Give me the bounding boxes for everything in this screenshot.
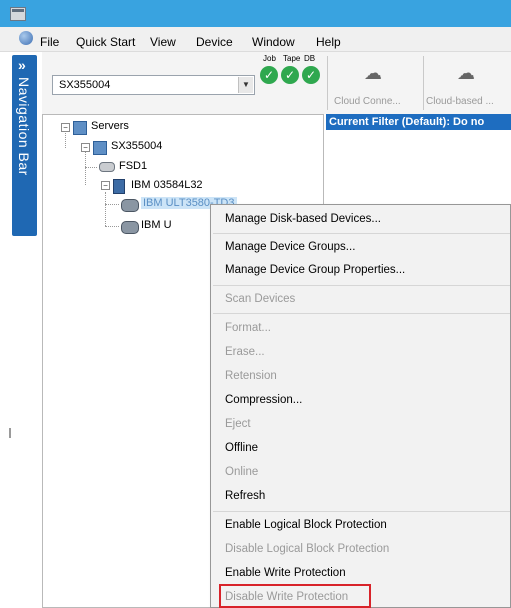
navigation-bar-label: Navigation Bar	[16, 77, 32, 176]
app-menu-icon[interactable]	[19, 31, 33, 45]
menu-file[interactable]: File	[40, 35, 59, 49]
menu-separator	[213, 313, 510, 314]
cloud-based-icon[interactable]: ☁	[455, 62, 477, 84]
menu-item-online[interactable]: Online	[225, 466, 258, 478]
navigation-bar[interactable]: » Navigation Bar	[12, 55, 37, 236]
tree-node-library[interactable]: IBM 03584L32	[131, 179, 203, 191]
menu-view[interactable]: View	[150, 35, 176, 49]
tape-library-icon	[113, 179, 125, 194]
menu-window[interactable]: Window	[252, 35, 295, 49]
cloud-connector-icon[interactable]: ☁	[362, 62, 384, 84]
chevron-down-icon[interactable]: ▼	[238, 77, 253, 93]
menu-separator	[213, 285, 510, 286]
menu-separator	[213, 233, 510, 234]
title-bar	[0, 0, 511, 27]
tape-status-label: Tape	[283, 54, 301, 63]
menu-item-compression[interactable]: Compression...	[225, 394, 302, 406]
toolbar-separator	[423, 56, 424, 110]
highlight-annotation-box	[219, 584, 371, 608]
menu-item-enable-write-protection[interactable]: Enable Write Protection	[225, 567, 346, 579]
cloud-connector-button[interactable]: Cloud Conne...	[334, 96, 401, 107]
app-icon	[10, 7, 26, 21]
tape-drive-icon	[121, 221, 139, 234]
menu-item-disable-logical-block-protection[interactable]: Disable Logical Block Protection	[225, 543, 389, 555]
menu-item-offline[interactable]: Offline	[225, 442, 258, 454]
tree-connector	[85, 167, 97, 168]
servers-icon	[73, 121, 87, 135]
menu-item-retension[interactable]: Retension	[225, 370, 277, 382]
collapse-icon[interactable]: −	[81, 143, 90, 152]
menu-quick-start[interactable]: Quick Start	[76, 35, 135, 49]
db-status-label: DB	[304, 54, 316, 63]
toolbar: SX355004 ▼ Job Tape DB ✓ ✓ ✓ ☁ Cloud Con…	[42, 52, 511, 114]
menu-item-refresh[interactable]: Refresh	[225, 490, 265, 502]
tree-node-disk[interactable]: FSD1	[119, 160, 147, 172]
toolbar-separator	[327, 56, 328, 110]
menu-item-erase[interactable]: Erase...	[225, 346, 265, 358]
tape-drive-icon	[121, 199, 139, 212]
collapse-icon[interactable]: −	[101, 181, 110, 190]
menu-item-manage-device-group-properties[interactable]: Manage Device Group Properties...	[225, 264, 405, 276]
server-combo[interactable]: SX355004 ▼	[52, 75, 255, 95]
cloud-based-button[interactable]: Cloud-based ...	[426, 96, 494, 107]
context-menu: Manage Disk-based Devices... Manage Devi…	[210, 204, 511, 608]
server-icon	[93, 141, 107, 155]
menu-item-scan-devices[interactable]: Scan Devices	[225, 293, 295, 305]
menu-device[interactable]: Device	[196, 35, 233, 49]
expand-arrows-icon[interactable]: »	[18, 57, 26, 73]
menu-help[interactable]: Help	[316, 35, 341, 49]
menu-item-format[interactable]: Format...	[225, 322, 271, 334]
filter-bar[interactable]: Current Filter (Default): Do no	[326, 114, 511, 130]
tree-node-server[interactable]: SX355004	[111, 140, 162, 152]
tree-connector	[105, 204, 119, 205]
db-status-check-icon[interactable]: ✓	[302, 66, 320, 84]
menu-item-manage-disk-based-devices[interactable]: Manage Disk-based Devices...	[225, 213, 381, 225]
tree-node-tape-drive[interactable]: IBM U	[141, 219, 172, 231]
server-combo-value: SX355004	[59, 79, 111, 91]
menu-item-eject[interactable]: Eject	[225, 418, 251, 430]
menu-separator	[213, 511, 510, 512]
tape-status-check-icon[interactable]: ✓	[281, 66, 299, 84]
tree-connector	[105, 192, 106, 226]
job-status-label: Job	[263, 54, 276, 63]
menu-item-manage-device-groups[interactable]: Manage Device Groups...	[225, 241, 355, 253]
job-status-check-icon[interactable]: ✓	[260, 66, 278, 84]
tree-connector	[105, 226, 119, 227]
disk-icon	[99, 162, 115, 172]
tree-connector	[65, 130, 66, 148]
menu-item-enable-logical-block-protection[interactable]: Enable Logical Block Protection	[225, 519, 387, 531]
splitter-handle[interactable]	[9, 428, 11, 438]
tree-node-servers[interactable]: Servers	[91, 120, 129, 132]
collapse-icon[interactable]: −	[61, 123, 70, 132]
